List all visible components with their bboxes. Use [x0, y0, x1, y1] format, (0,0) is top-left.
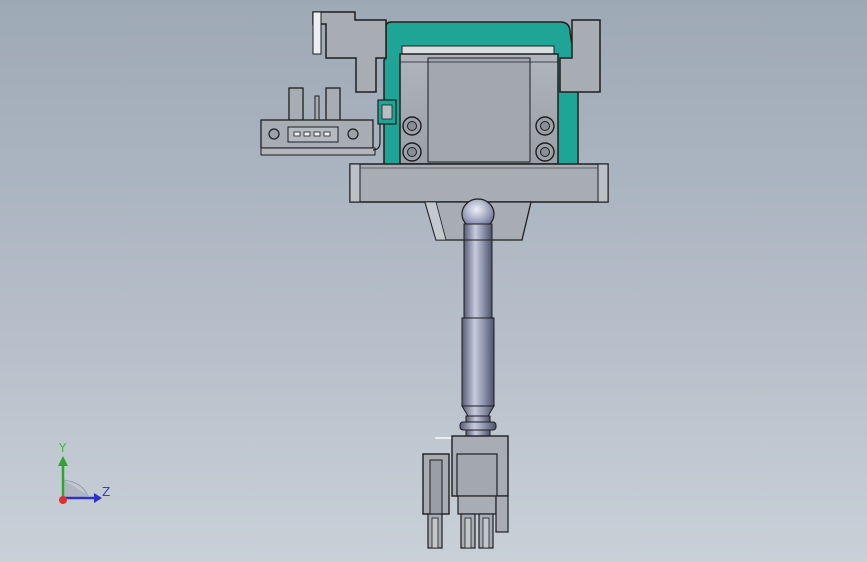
- gripper-assembly: [422, 435, 509, 549]
- y-axis-label: Y: [59, 441, 67, 455]
- sensor-bracket-top: [312, 11, 387, 93]
- photoelectric-sensor: [260, 87, 381, 156]
- assembly-model[interactable]: [0, 0, 867, 562]
- orientation-triad: Y Z: [40, 440, 130, 520]
- z-axis-label: Z: [102, 485, 111, 499]
- base-plate: [349, 163, 609, 203]
- triad-axes: [58, 456, 102, 504]
- slide-carriage-block: [399, 53, 559, 165]
- sensor-connector: [377, 99, 397, 125]
- ball-joint: [461, 198, 495, 241]
- cad-3d-viewport[interactable]: Y Z: [0, 0, 867, 562]
- vertical-shaft: [459, 239, 497, 439]
